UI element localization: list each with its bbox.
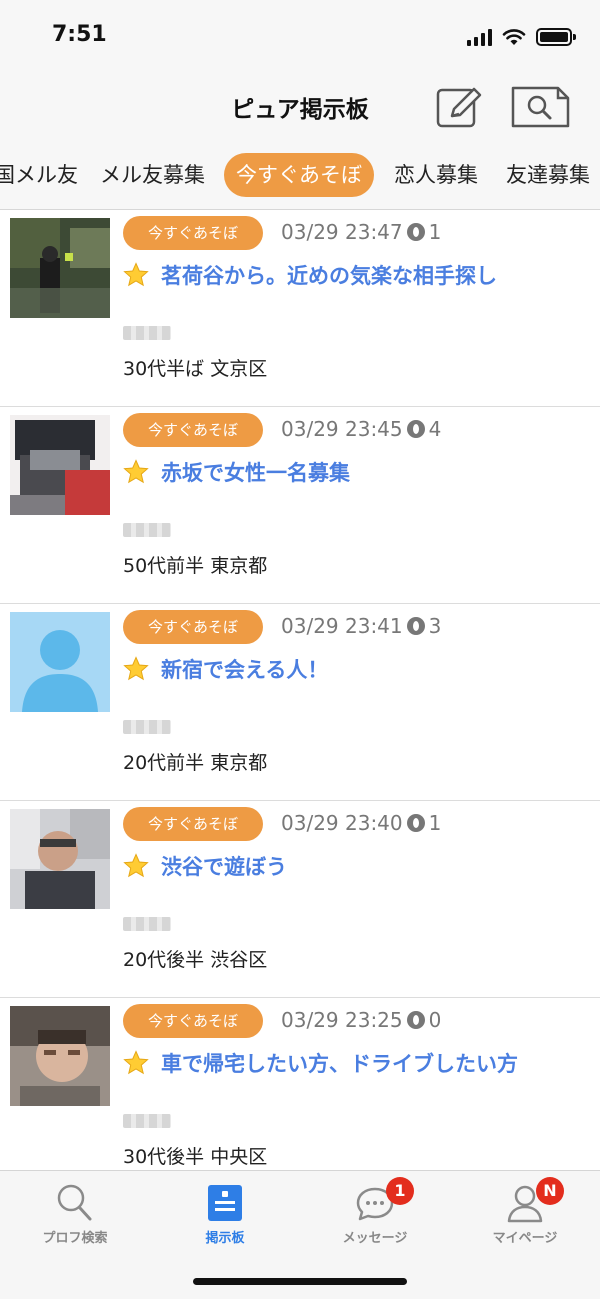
tab-bulletin-board[interactable]: 掲示板 xyxy=(150,1171,300,1261)
tab-category-3[interactable]: 今すぐあそぼ xyxy=(224,153,374,197)
compose-button[interactable] xyxy=(434,84,486,132)
star-icon xyxy=(123,656,149,681)
tab-label: 掲示板 xyxy=(205,1231,245,1246)
tab-label: プロフ検索 xyxy=(42,1231,108,1246)
category-badge: 今すぐあそぼ xyxy=(123,216,263,250)
avatar xyxy=(10,415,110,515)
star-icon xyxy=(123,262,149,287)
nickname-blurred xyxy=(123,917,171,931)
post-item[interactable]: 今すぐあそぼ 03/29 23:25 0 車で帰宅したい方、ドライブしたい方 3… xyxy=(0,998,600,1195)
view-count-icon xyxy=(406,814,425,832)
nickname-blurred xyxy=(123,720,171,734)
view-count-icon xyxy=(406,420,425,438)
status-icons xyxy=(467,26,576,48)
poster-info: 20代後半 渋谷区 xyxy=(123,949,268,971)
tab-category-4[interactable]: 恋人募集 xyxy=(394,153,478,197)
tab-profile-search[interactable]: プロフ検索 xyxy=(0,1171,150,1261)
wifi-icon xyxy=(502,29,526,45)
post-list: 今すぐあそぼ 03/29 23:47 1 茗荷谷から。近めの気楽な相手探し 30… xyxy=(0,210,600,1195)
view-count: 4 xyxy=(428,417,442,441)
avatar xyxy=(10,1006,110,1106)
post-title[interactable]: 赤坂で女性一名募集 xyxy=(161,457,350,487)
poster-info: 30代半ば 文京区 xyxy=(123,358,268,380)
view-count: 3 xyxy=(428,614,442,638)
category-badge: 今すぐあそぼ xyxy=(123,807,263,841)
post-datetime: 03/29 23:40 xyxy=(281,811,403,835)
nav-header: ピュア掲示板 xyxy=(0,78,600,140)
tab-category-1[interactable]: 国メル友 xyxy=(0,153,78,197)
nickname-blurred xyxy=(123,1114,171,1128)
tab-messages[interactable]: 1 メッセージ xyxy=(300,1171,450,1261)
poster-info: 50代前半 東京都 xyxy=(123,555,268,577)
post-item[interactable]: 今すぐあそぼ 03/29 23:47 1 茗荷谷から。近めの気楽な相手探し 30… xyxy=(0,210,600,407)
star-icon xyxy=(123,1050,149,1075)
star-icon xyxy=(123,459,149,484)
battery-icon xyxy=(536,28,576,46)
avatar xyxy=(10,218,110,318)
home-indicator[interactable] xyxy=(193,1278,407,1285)
view-count: 0 xyxy=(428,1008,442,1032)
unread-badge: 1 xyxy=(386,1177,414,1205)
edit-icon xyxy=(436,87,482,128)
view-count-icon xyxy=(406,617,425,635)
tab-my-page[interactable]: N マイページ xyxy=(450,1171,600,1261)
post-title-row: 渋谷で遊ぼう xyxy=(123,851,287,881)
status-bar: 7:51 xyxy=(0,0,600,78)
category-badge: 今すぐあそぼ xyxy=(123,413,263,447)
tab-label: マイページ xyxy=(492,1231,558,1246)
signal-icon xyxy=(467,28,492,46)
post-meta: 03/29 23:47 1 xyxy=(281,220,441,244)
view-count: 1 xyxy=(428,811,442,835)
view-count: 1 xyxy=(428,220,442,244)
avatar xyxy=(10,809,110,909)
post-title-row: 新宿で会える人！ xyxy=(123,654,328,684)
post-title-row: 赤坂で女性一名募集 xyxy=(123,457,350,487)
post-title-row: 車で帰宅したい方、ドライブしたい方 xyxy=(123,1048,518,1078)
category-tabs: 国メル友 メル友募集 今すぐあそぼ 恋人募集 友達募集 xyxy=(0,140,600,210)
status-time: 7:51 xyxy=(52,22,107,47)
post-title[interactable]: 茗荷谷から。近めの気楽な相手探し xyxy=(161,260,497,290)
poster-info: 30代後半 中央区 xyxy=(123,1146,268,1168)
board-icon xyxy=(208,1185,242,1221)
post-meta: 03/29 23:40 1 xyxy=(281,811,441,835)
category-badge: 今すぐあそぼ xyxy=(123,1004,263,1038)
tab-category-5[interactable]: 友達募集 xyxy=(506,153,590,197)
post-item[interactable]: 今すぐあそぼ 03/29 23:45 4 赤坂で女性一名募集 50代前半 東京都 xyxy=(0,407,600,604)
post-meta: 03/29 23:45 4 xyxy=(281,417,441,441)
tab-category-2[interactable]: メル友募集 xyxy=(100,153,205,197)
category-badge: 今すぐあそぼ xyxy=(123,610,263,644)
post-title[interactable]: 車で帰宅したい方、ドライブしたい方 xyxy=(161,1048,518,1078)
post-datetime: 03/29 23:41 xyxy=(281,614,403,638)
search-icon xyxy=(511,86,570,128)
post-title-row: 茗荷谷から。近めの気楽な相手探し xyxy=(123,260,497,290)
post-meta: 03/29 23:41 3 xyxy=(281,614,441,638)
poster-info: 20代前半 東京都 xyxy=(123,752,268,774)
post-datetime: 03/29 23:47 xyxy=(281,220,403,244)
post-datetime: 03/29 23:45 xyxy=(281,417,403,441)
view-count-icon xyxy=(406,223,425,241)
nickname-blurred xyxy=(123,326,171,340)
post-title[interactable]: 渋谷で遊ぼう xyxy=(161,851,287,881)
post-title[interactable]: 新宿で会える人！ xyxy=(161,654,328,684)
tab-label: メッセージ xyxy=(342,1231,408,1246)
post-meta: 03/29 23:25 0 xyxy=(281,1008,441,1032)
nickname-blurred xyxy=(123,523,171,537)
post-item[interactable]: 今すぐあそぼ 03/29 23:40 1 渋谷で遊ぼう 20代後半 渋谷区 xyxy=(0,801,600,998)
search-icon xyxy=(57,1184,92,1221)
search-filter-button[interactable] xyxy=(510,84,572,130)
post-item[interactable]: 今すぐあそぼ 03/29 23:41 3 新宿で会える人！ 20代前半 東京都 xyxy=(0,604,600,801)
avatar xyxy=(10,612,110,712)
post-datetime: 03/29 23:25 xyxy=(281,1008,403,1032)
new-badge: N xyxy=(536,1177,564,1205)
view-count-icon xyxy=(406,1011,425,1029)
star-icon xyxy=(123,853,149,878)
